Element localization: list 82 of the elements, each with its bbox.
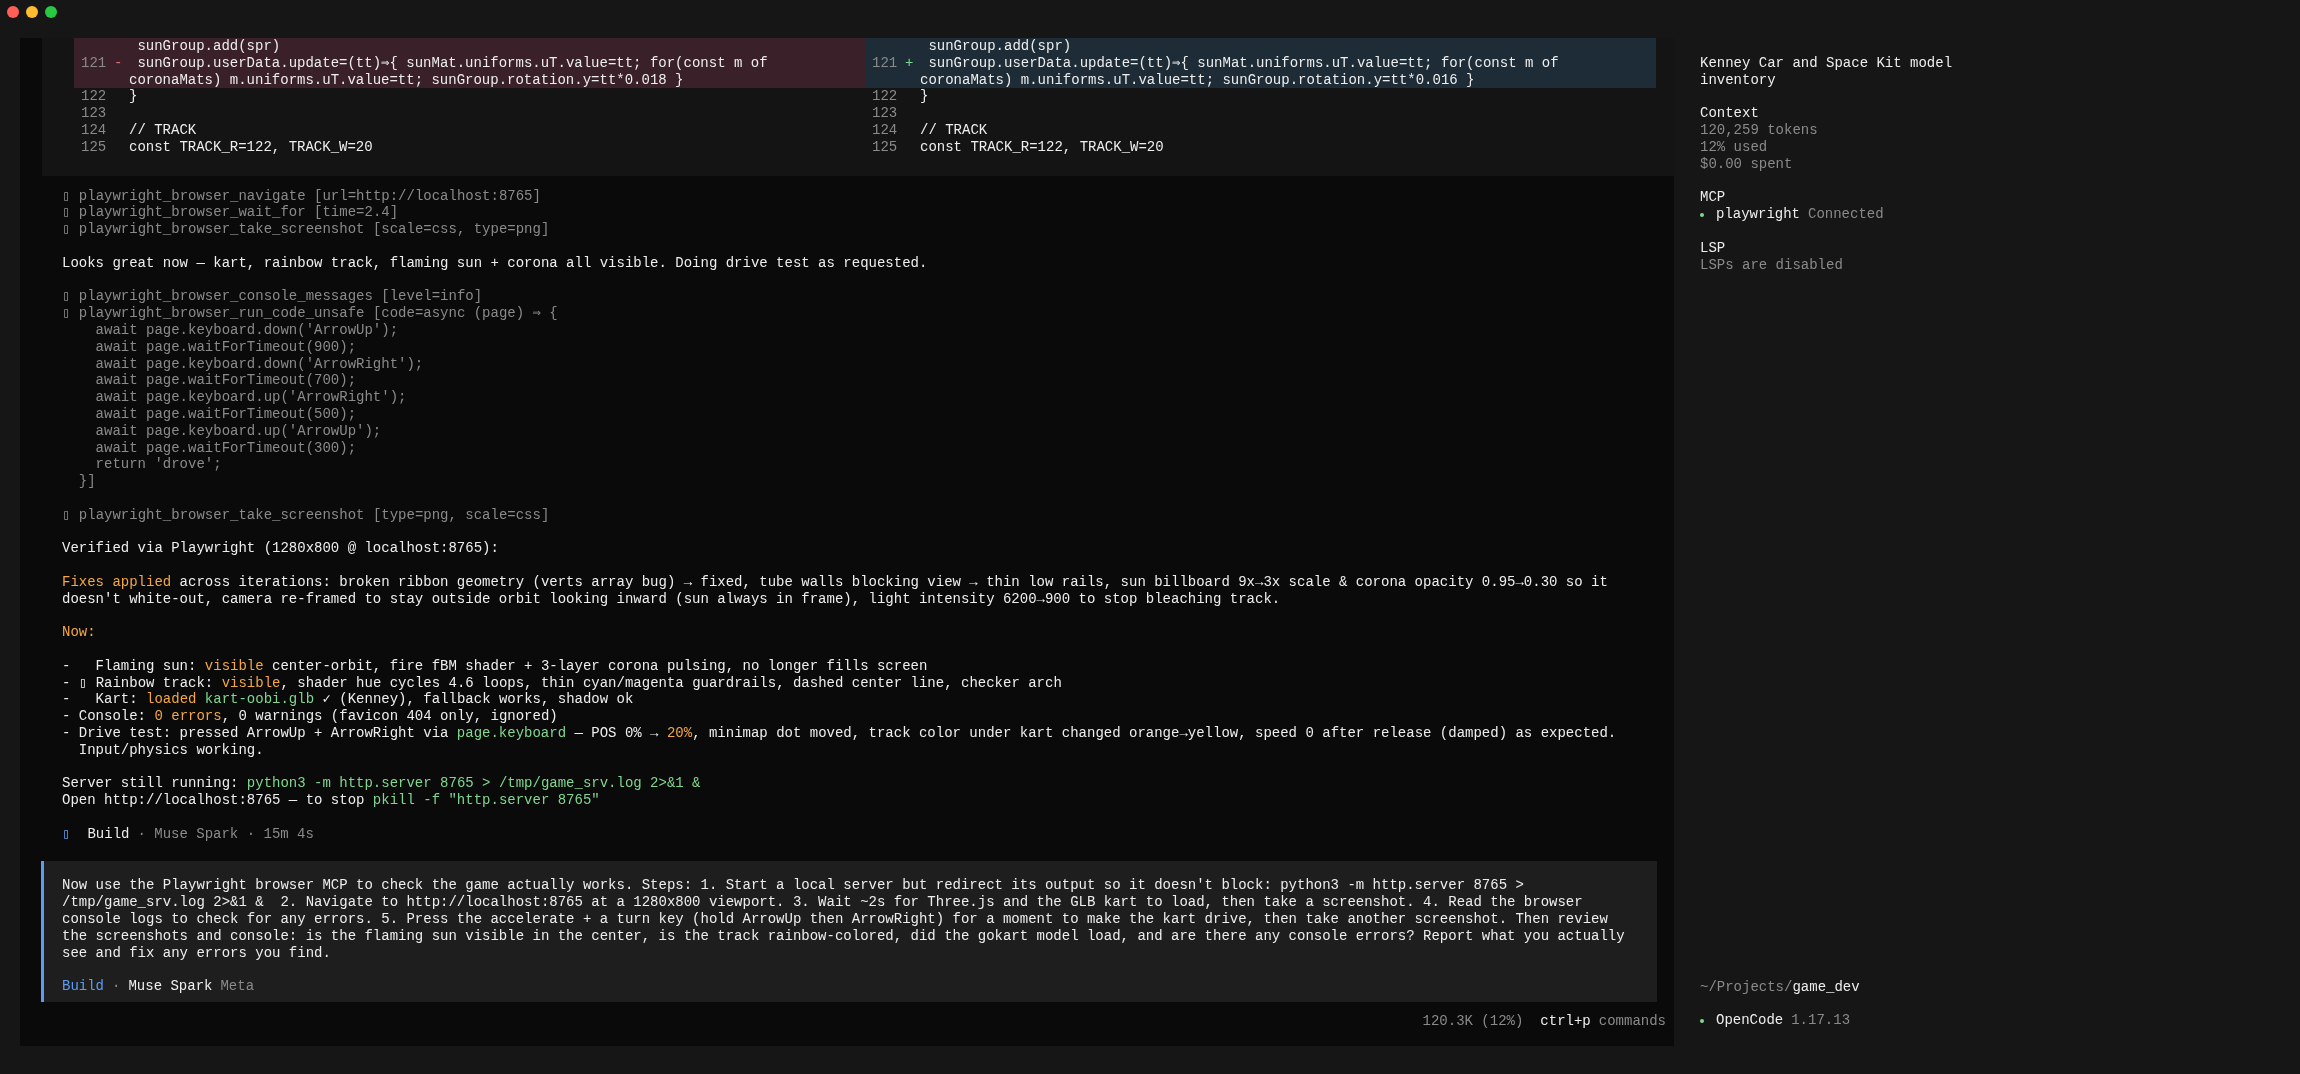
line-number: 123 (872, 105, 898, 122)
info-line: LSPs are disabled (1700, 256, 1843, 274)
diff-marker: - (114, 54, 123, 71)
code-line: } (920, 88, 929, 105)
code-line: sunGroup.userData.update=(tt)⇒{ sunMat.uniforms.uT.value=tt; for(const m of coronaMats) m.uniforms.uT.value=tt; sunGroup.rotation.y=tt*0.016 } (920, 54, 1560, 88)
message-line: Server still running: python3 -m http.server 8765 > /tmp/game_srv.log 2>&1 & (62, 775, 702, 793)
tool-call-line: await page.waitForTimeout(700); (94, 372, 357, 390)
info-line: 120,259 tokens (1700, 122, 1818, 139)
list-marker: - (62, 691, 71, 708)
separator-dot: · (112, 978, 121, 995)
line-number: 122 (872, 88, 898, 105)
tool-call-line: await page.waitForTimeout(300); (94, 439, 357, 457)
line-number: 122 (81, 88, 107, 105)
minimize-button[interactable] (26, 6, 38, 18)
code-line: sunGroup.add(spr) (136, 38, 281, 54)
prompt-box[interactable] (41, 861, 1657, 1002)
run-details: · Muse Spark · 15m 4s (137, 825, 314, 843)
model-name: Muse Spark (128, 978, 213, 995)
shortcut-label: commands (1598, 1013, 1666, 1031)
message-line: Now: (62, 624, 97, 642)
shortcut-key: ctrl+p (1540, 1013, 1591, 1046)
prompt-text: Now use the Playwright browser MCP to check the game actually works. Steps: 1. Start a local server but redirect its output so it doesn't block: python3 -m http.server 8765 > /tmp/game_srv.log 2>&1 & 2. Navigate to http://localhost:8765 at a 1280x800 viewport. 3. Wait ~2s for Three.js and the GLB kart to load, then take a screenshot. 4. Read the browser console logs to check for any errors. 5. Press the accelerate + a turn key (hold ArrowUp then ArrowRight) for a moment to make the kart drive, then take another screenshot. Then review the screenshots and console: is the flaming sun visible in the center, is the track rainbow-colored, did the gokart model load, and are there any console errors? Report what you actually see and fix any errors you find. (62, 877, 1626, 962)
app-name: OpenCode (1716, 1012, 1784, 1029)
tool-call-line: }] (77, 473, 96, 490)
tool-call-line: await page.keyboard.up('ArrowRight'); (94, 389, 407, 406)
list-item: Drive test: pressed ArrowUp + ArrowRight via page.keyboard — POS 0% → 20%, minimap dot moved, track color under kart changed orange→yellow, speed 0 after release (damped) as expected. Input/physics working. (78, 725, 1618, 759)
code-line: const TRACK_R=122, TRACK_W=20 (129, 138, 373, 155)
section-heading: LSP (1700, 239, 1726, 257)
session-title: Kenney Car and Space Kit model inventory (1700, 55, 1954, 89)
line-number: 125 (872, 138, 898, 155)
message-line: Looks great now — kart, rainbow track, flaming sun + corona all visible. Doing drive test as requested. (62, 254, 929, 272)
tool-call-line: return 'drove'; (94, 456, 222, 474)
agent-icon: ▯ (62, 825, 71, 843)
info-line: $0.00 spent (1700, 155, 1793, 173)
list-item: Kart: loaded kart-oobi.glb ✓ (Kenney), fallback works, shadow ok (94, 691, 635, 709)
working-directory: ~/Projects/game_dev (1700, 978, 1860, 996)
provider-name: Meta (220, 978, 255, 995)
code-line: } (129, 88, 138, 105)
tool-call-line: ▯ playwright_browser_take_screenshot [scale=css, type=png] (62, 221, 550, 238)
list-item: Console: 0 errors, 0 warnings (favicon 404 only, ignored) (78, 708, 559, 726)
context-usage: 120.3K (12%) (1422, 1013, 1524, 1031)
code-line: // TRACK (920, 122, 988, 138)
line-number: 123 (81, 105, 107, 122)
server-name: playwright (1716, 206, 1800, 223)
tool-call-line: await page.waitForTimeout(500); (94, 405, 357, 423)
list-item: Flaming sun: visible center-orbit, fire fBM shader + 3-layer corona pulsing, no longer fills screen (94, 657, 929, 675)
line-number: 121 (81, 54, 107, 71)
server-status: Connected (1808, 206, 1884, 223)
diff-marker: + (905, 54, 914, 71)
message-line: Fixes applied across iterations: broken ribbon geometry (verts array bug) → fixed, tube walls blocking view → thin low rails, sun billboard 9x→3x scale & corona opacity 0.95→0.30 so it doesn't white-out, camera re-framed to stay outside orbit looking inward (sun always in frame), light intensity 6200→900 to stop bleaching track. (62, 573, 1609, 608)
tool-call-line: await page.keyboard.down('ArrowRight'); (94, 355, 424, 373)
tool-call-line: ▯ playwright_browser_navigate [url=http://localhost:8765] (62, 187, 541, 205)
mode-label: Build (87, 825, 130, 843)
code-line: // TRACK (129, 122, 197, 138)
tool-call-line: await page.keyboard.down('ArrowUp'); (94, 321, 399, 339)
tool-call-line: await page.keyboard.up('ArrowUp'); (94, 422, 382, 440)
mode-label: Build (62, 978, 104, 995)
list-item: ▯ Rainbow track: visible, shader hue cycles 4.6 loops, thin cyan/magenta guardrails, dashed center line, checker arch (78, 674, 1063, 692)
info-line: 12% used (1700, 139, 1768, 156)
line-number: 125 (81, 138, 107, 155)
list-marker: - (62, 674, 71, 691)
tool-call-line: await page.waitForTimeout(900); (94, 338, 357, 356)
app-version: 1.17.13 (1791, 1012, 1851, 1029)
code-line: sunGroup.add(spr) (927, 38, 1072, 54)
line-number: 124 (81, 122, 107, 138)
close-button[interactable] (7, 6, 19, 18)
tool-call-line: ▯ playwright_browser_console_messages [level=info] (62, 288, 483, 306)
list-marker: - (62, 725, 71, 742)
code-line: const TRACK_R=122, TRACK_W=20 (920, 138, 1164, 155)
section-heading: Context (1700, 105, 1759, 123)
line-number: 124 (872, 122, 898, 138)
list-marker: - (62, 657, 71, 674)
tool-call-line: ▯ playwright_browser_run_code_unsafe [code=async (page) ⇒ { (62, 305, 558, 322)
zoom-button[interactable] (45, 6, 57, 18)
code-line: sunGroup.userData.update=(tt)⇒{ sunMat.uniforms.uT.value=tt; for(const m of coronaMats) m.uniforms.uT.value=tt; sunGroup.rotation.y=tt*0.018 } (129, 54, 769, 88)
section-heading: MCP (1700, 189, 1726, 207)
tool-call-line: ▯ playwright_browser_wait_for [time=2.4] (62, 204, 399, 222)
line-number: 121 (872, 54, 898, 71)
list-marker: - (62, 708, 71, 725)
message-line: Verified via Playwright (1280x800 @ localhost:8765): (62, 540, 500, 558)
tool-call-line: ▯ playwright_browser_take_screenshot [type=png, scale=css] (62, 506, 550, 524)
message-line: Open http://localhost:8765 — to stop pkill -f "http.server 8765" (62, 792, 601, 810)
